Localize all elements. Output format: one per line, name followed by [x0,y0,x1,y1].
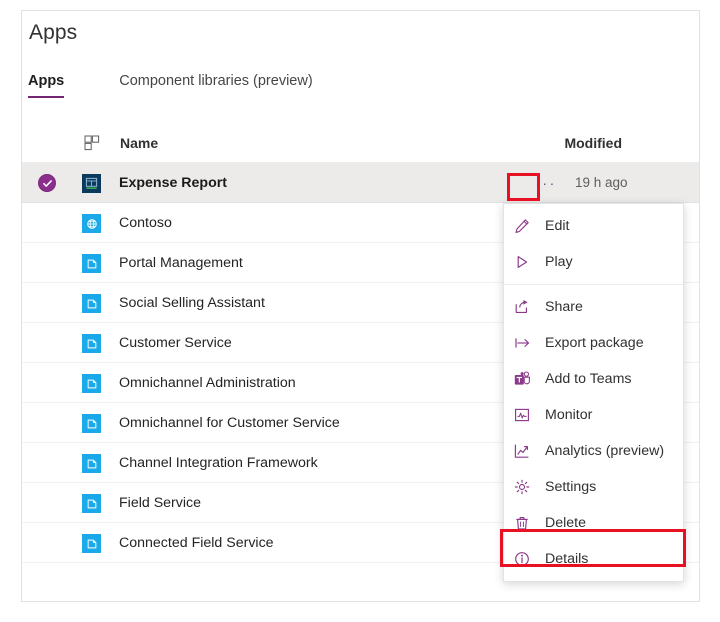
grid-view-icon[interactable] [84,135,100,151]
list-column-headers: Name Modified [22,124,699,163]
menu-item-label: Play [545,254,573,270]
app-name[interactable]: Channel Integration Framework [119,443,318,483]
menu-item-label: Share [545,299,583,315]
row-context-menu: Edit Play Share Export package Add to Te… [503,203,684,582]
app-name[interactable]: Social Selling Assistant [119,283,265,323]
tab-component-libraries[interactable]: Component libraries (preview) [119,73,312,98]
apps-list-screen: Apps Apps Component libraries (preview) … [0,0,720,622]
app-name[interactable]: Connected Field Service [119,523,274,563]
share-icon [514,298,536,316]
menu-item-label: Details [545,551,589,567]
page-icon [82,294,101,313]
row-selected-check-icon[interactable] [38,174,56,192]
menu-item-share[interactable]: Share [504,289,683,325]
menu-item-label: Monitor [545,407,593,423]
panel-top-divider [21,10,700,11]
menu-item-edit[interactable]: Edit [504,208,683,244]
page-icon [82,494,101,513]
page-icon [82,534,101,553]
row-modified: 19 h ago [575,175,628,190]
menu-item-delete[interactable]: Delete [504,505,683,541]
menu-item-add-to-teams[interactable]: Add to Teams [504,361,683,397]
app-name[interactable]: Portal Management [119,243,243,283]
menu-item-label: Analytics (preview) [545,443,665,459]
menu-item-settings[interactable]: Settings [504,469,683,505]
menu-item-details[interactable]: Details [504,541,683,577]
monitor-pulse-icon [514,406,536,424]
info-circle-icon [514,550,536,568]
page-icon [82,334,101,353]
app-name[interactable]: Customer Service [119,323,232,363]
column-header-name[interactable]: Name [120,135,158,151]
page-title: Apps [29,21,78,44]
table-row[interactable]: Expense Report ··· 19 h ago [22,163,699,203]
play-triangle-icon [514,253,536,271]
menu-item-label: Edit [545,218,570,234]
app-name[interactable]: Omnichannel Administration [119,363,296,403]
tab-strip: Apps Component libraries (preview) [28,73,313,98]
app-name[interactable]: Field Service [119,483,201,523]
app-name[interactable]: Omnichannel for Customer Service [119,403,340,443]
column-header-modified[interactable]: Modified [512,135,622,151]
menu-item-label: Add to Teams [545,371,632,387]
page-icon [82,374,101,393]
menu-item-label: Delete [545,515,587,531]
teams-icon [514,370,536,388]
form-icon [82,174,101,193]
app-name[interactable]: Contoso [119,203,172,243]
trash-icon [514,514,536,532]
menu-item-label: Export package [545,335,644,351]
tab-apps[interactable]: Apps [28,73,65,98]
gear-icon [514,478,536,496]
page-icon [82,454,101,473]
menu-item-export-package[interactable]: Export package [504,325,683,361]
page-icon [82,254,101,273]
row-more-actions-button[interactable]: ··· [525,163,567,203]
menu-item-label: Settings [545,479,597,495]
app-name[interactable]: Expense Report [119,163,227,203]
menu-item-analytics[interactable]: Analytics (preview) [504,433,683,469]
page-icon [82,414,101,433]
menu-item-monitor[interactable]: Monitor [504,397,683,433]
export-arrow-icon [514,334,536,352]
menu-item-play[interactable]: Play [504,244,683,280]
globe-icon [82,214,101,233]
pencil-icon [514,217,536,235]
menu-divider [504,284,683,285]
analytics-trend-icon [514,442,536,460]
